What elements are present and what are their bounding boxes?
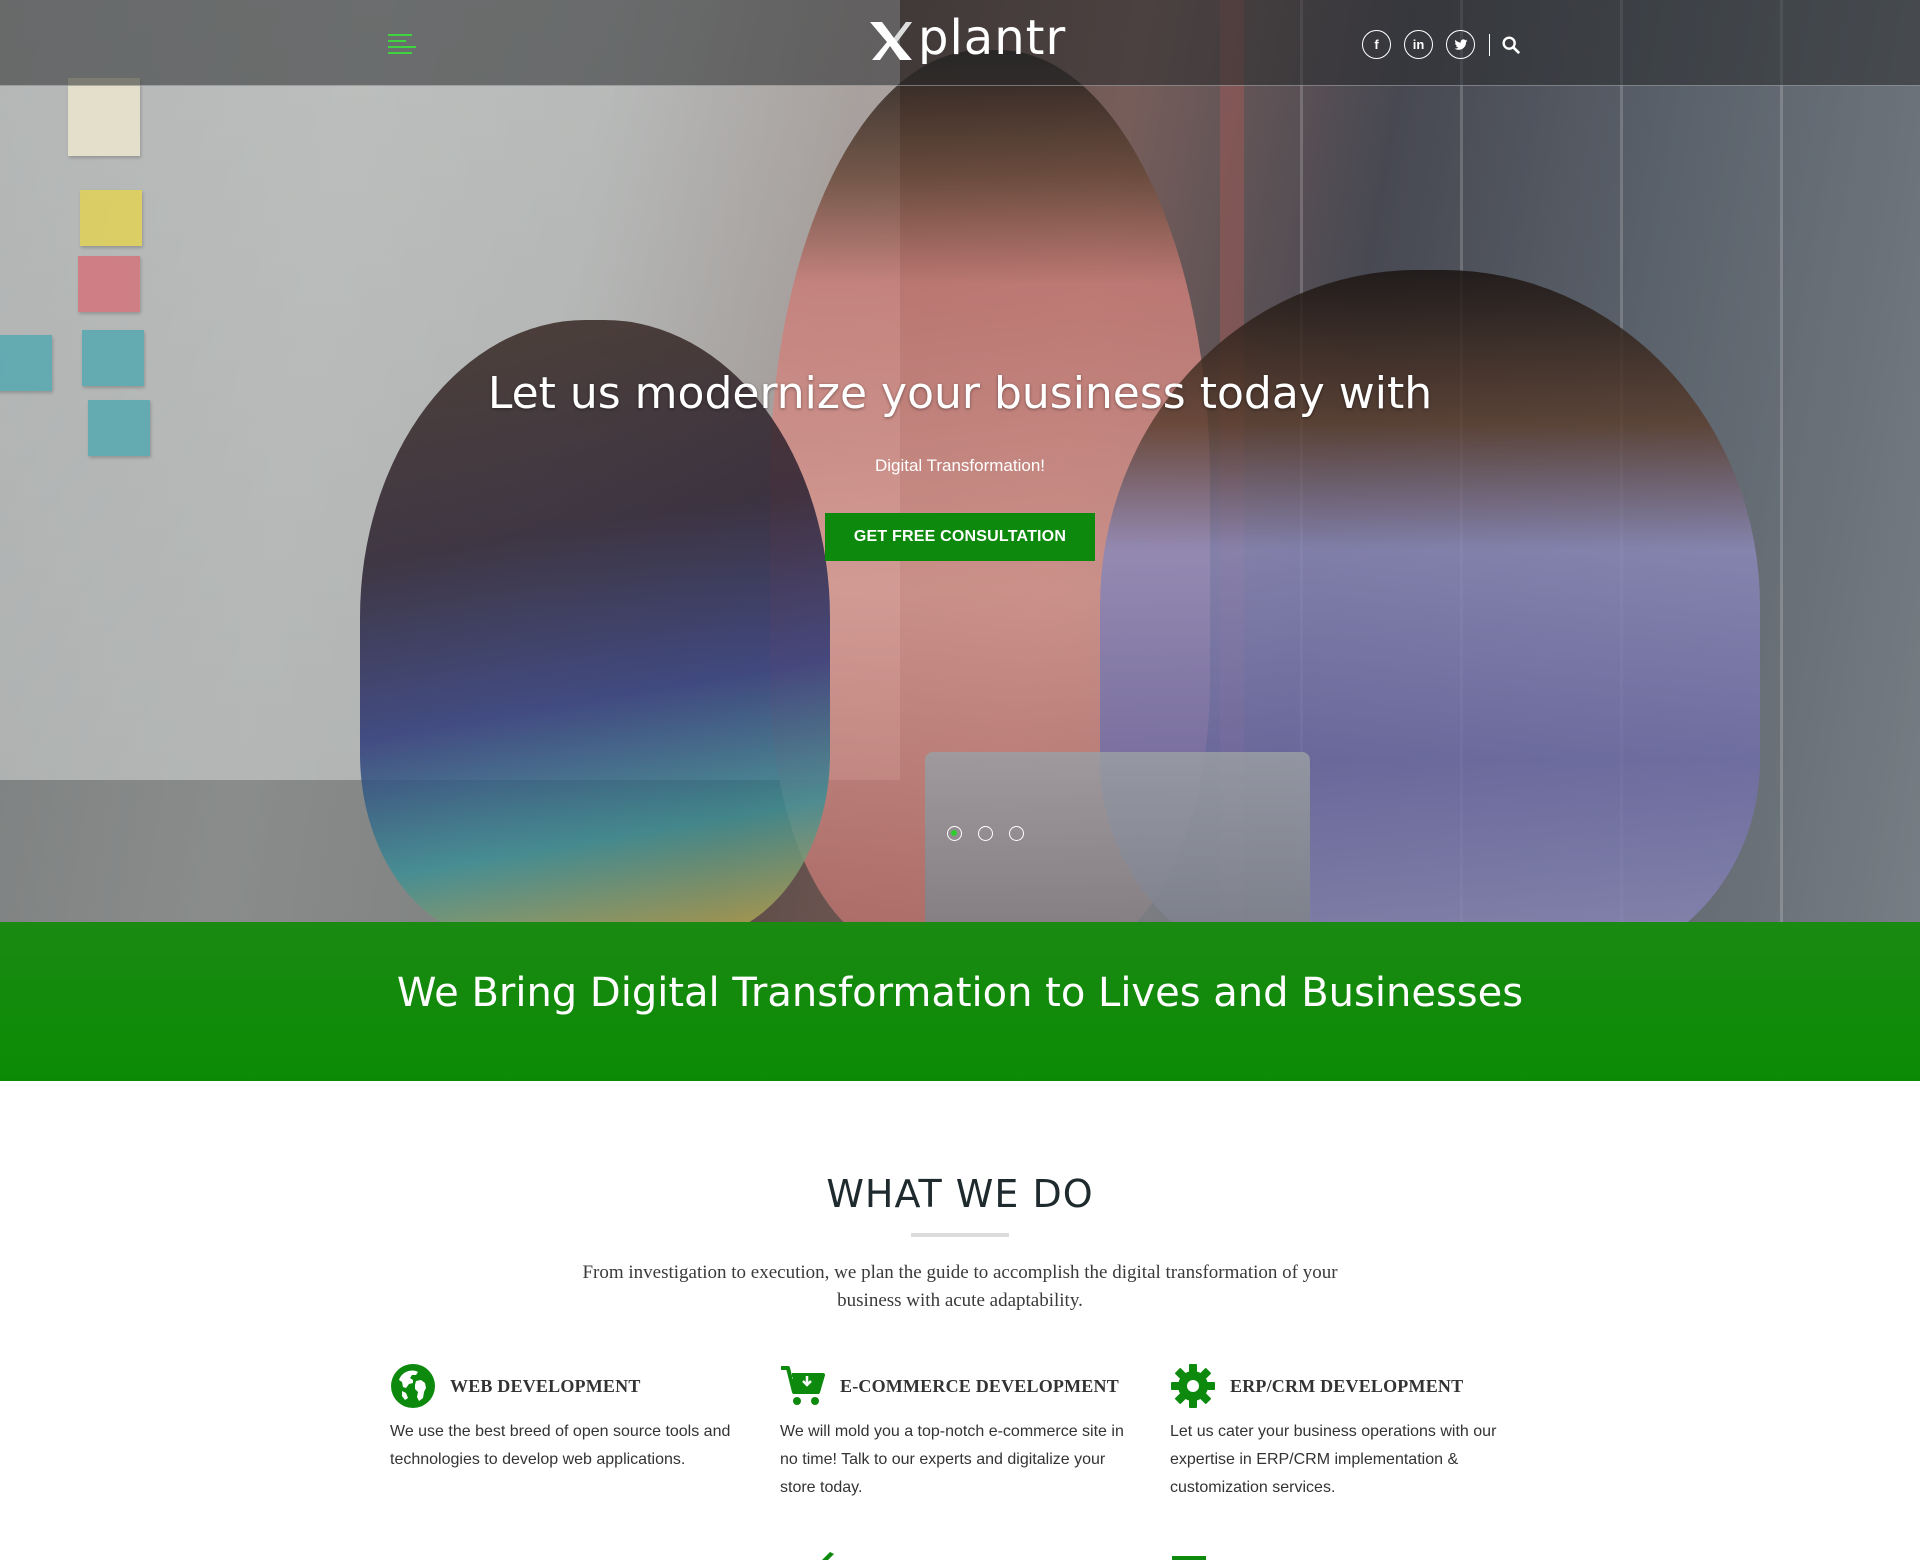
hamburger-menu-icon[interactable] (388, 34, 418, 54)
service-text: We use the best breed of open source too… (390, 1423, 731, 1468)
linkedin-icon[interactable]: in (1404, 30, 1433, 59)
service-text: Let us cater your business operations wi… (1170, 1423, 1497, 1496)
logo-x-mark-icon (870, 22, 912, 60)
service-erp-crm-development: ERP/CRM DEVELOPMENT Let us cater your bu… (1170, 1362, 1530, 1502)
facebook-icon[interactable]: f (1362, 30, 1391, 59)
sticky-note (78, 256, 140, 312)
slider-pagination (947, 826, 1040, 841)
twitter-bird-icon (1454, 38, 1467, 50)
tagline-band: We Bring Digital Transformation to Lives… (0, 922, 1920, 1081)
next-service-icon (822, 1552, 834, 1560)
search-icon[interactable] (1500, 34, 1522, 56)
social-links: f in (1349, 30, 1522, 59)
section-title: WHAT WE DO (826, 1172, 1094, 1216)
service-web-development: WEB DEVELOPMENT We use the best breed of… (390, 1362, 750, 1474)
hero-title: Let us modernize your business today wit… (487, 368, 1433, 419)
sticky-note (80, 190, 142, 246)
tagline-text: We Bring Digital Transformation to Lives… (396, 970, 1524, 1016)
sticky-note (68, 78, 140, 156)
site-logo[interactable]: plantr (866, 14, 1066, 66)
twitter-icon[interactable] (1446, 30, 1475, 59)
service-ecommerce-development: E-COMMERCE DEVELOPMENT We will mold you … (780, 1362, 1140, 1502)
service-title: ERP/CRM DEVELOPMENT (1230, 1375, 1464, 1396)
hero-subtitle: Digital Transformation! (874, 456, 1046, 475)
section-title-underline (911, 1233, 1009, 1237)
next-service-icon (1172, 1556, 1206, 1560)
section-description: From investigation to execution, we plan… (582, 1262, 1338, 1311)
shopping-cart-icon (781, 1366, 825, 1405)
service-title: WEB DEVELOPMENT (450, 1375, 641, 1396)
slider-dot-2[interactable] (978, 826, 993, 841)
get-free-consultation-button[interactable]: GET FREE CONSULTATION (825, 513, 1095, 561)
globe-icon (391, 1364, 435, 1408)
slider-dot-3[interactable] (1009, 826, 1024, 841)
gear-icon (1171, 1364, 1215, 1408)
logo-text: plantr (918, 10, 1067, 66)
slider-dot-1[interactable] (947, 826, 962, 841)
nav-divider (1489, 33, 1490, 56)
top-navbar: plantr f in (0, 0, 1920, 86)
service-text: We will mold you a top-notch e-commerce … (780, 1423, 1124, 1496)
service-title: E-COMMERCE DEVELOPMENT (840, 1375, 1119, 1396)
